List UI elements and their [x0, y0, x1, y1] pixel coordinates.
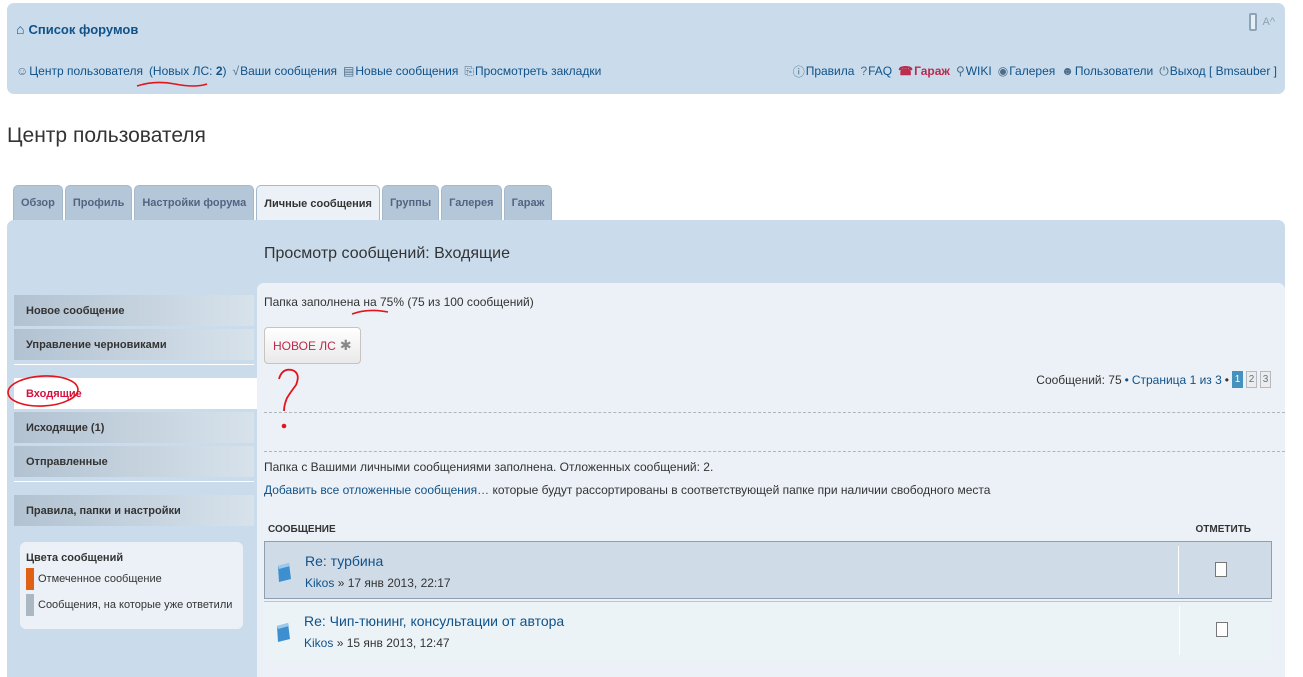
question-icon: ?: [860, 64, 868, 78]
pm-sidebar: Новое сообщение Управление черновиками В…: [14, 295, 264, 529]
legend-row-replied: Сообщения, на которые уже ответили: [26, 592, 237, 618]
message-meta: Kikos » 17 янв 2013, 22:17: [305, 576, 451, 590]
site-header: ⌂ Список форумов A^ ☺ Центр пользователя…: [7, 3, 1285, 94]
rules-link[interactable]: ⓘ Правила: [793, 63, 855, 80]
bookmarks-link[interactable]: ⎘ Просмотреть закладки: [464, 64, 601, 79]
car-icon: ☎: [898, 64, 914, 78]
sidebar-item-drafts[interactable]: Управление черновиками: [14, 329, 254, 360]
power-icon: ⏻: [1159, 63, 1169, 78]
logout-link[interactable]: ⏻ Выход [ Bmsauber ]: [1159, 64, 1277, 79]
legend-title: Цвета сообщений: [26, 552, 124, 564]
header-tools: A^: [1248, 13, 1276, 31]
ucp-link[interactable]: ☺ Центр пользователя: [16, 64, 143, 78]
pagination: Сообщений: 75 • Страница 1 из 3 • 1 2 3: [1036, 371, 1271, 388]
marked-swatch: [26, 568, 34, 590]
asterisk-icon: ✱: [339, 337, 352, 353]
tab-garage[interactable]: Гараж: [503, 185, 553, 220]
inbox-title: Просмотр сообщений: Входящие: [264, 245, 510, 262]
wiki-link[interactable]: ⚲ WIKI: [956, 64, 992, 78]
page-number-3[interactable]: 3: [1260, 371, 1271, 388]
mark-checkbox[interactable]: [1216, 622, 1228, 637]
garage-link[interactable]: ☎ Гараж: [898, 64, 950, 78]
gallery-link[interactable]: ◉ Галерея: [998, 64, 1056, 78]
font-size-toggle[interactable]: A^: [1263, 16, 1276, 28]
sidebar-item-inbox[interactable]: Входящие: [14, 378, 264, 409]
message-meta: Kikos » 15 янв 2013, 12:47: [304, 636, 450, 650]
sidebar-divider: [14, 481, 254, 495]
quota-percent: 75%: [379, 295, 405, 309]
col-message: Сообщение: [268, 523, 336, 535]
bullet-icon: •: [1224, 372, 1229, 387]
search-icon: ⚲: [955, 64, 965, 78]
page-title: Центр пользователя: [7, 124, 206, 147]
dashed-divider: [264, 451, 1285, 452]
forum-list-label: Список форумов: [28, 21, 139, 37]
sidebar-divider: [14, 364, 254, 378]
tab-profile[interactable]: Профиль: [64, 185, 133, 220]
inbox-content: Папка заполнена на 75% (75 из 100 сообще…: [257, 283, 1285, 677]
row-divider: [1179, 606, 1180, 655]
sidebar-item-outbox[interactable]: Исходящие (1): [14, 412, 254, 443]
ucp-panel: Новое сообщение Управление черновиками В…: [7, 220, 1285, 677]
row-divider: [1178, 546, 1179, 594]
message-read-icon: [277, 623, 290, 642]
dashed-divider: [264, 412, 1285, 413]
sidebar-item-sent[interactable]: Отправленные: [14, 446, 254, 477]
mobile-icon[interactable]: [1248, 13, 1257, 31]
folder-full-notice: Папка с Вашими личными сообщениями запол…: [264, 460, 714, 474]
page-of-link[interactable]: Страница 1 из 3: [1132, 373, 1222, 387]
new-pm-link[interactable]: (Новых ЛС: 2): [149, 64, 227, 78]
eye-icon: ◉: [997, 64, 1009, 78]
message-author[interactable]: Kikos: [304, 636, 333, 650]
faq-link[interactable]: ? FAQ: [860, 64, 892, 78]
your-posts-link[interactable]: √ Ваши сообщения: [233, 64, 338, 78]
tab-overview[interactable]: Обзор: [13, 185, 63, 220]
message-read-icon: [278, 563, 291, 582]
users-icon: ☻: [1061, 64, 1074, 78]
legend-row-marked: Отмеченное сообщение: [26, 566, 237, 592]
tab-board-prefs[interactable]: Настройки форума: [134, 185, 255, 220]
replied-swatch: [26, 594, 34, 616]
message-row[interactable]: Re: турбина Kikos » 17 янв 2013, 22:17: [264, 541, 1272, 599]
sidebar-item-rules[interactable]: Правила, папки и настройки: [14, 495, 254, 526]
held-messages-notice: Добавить все отложенные сообщения… котор…: [264, 483, 991, 497]
user-icon: ☺: [16, 64, 29, 78]
message-date: » 15 янв 2013, 12:47: [336, 636, 450, 650]
members-link[interactable]: ☻ Пользователи: [1061, 64, 1153, 78]
bookmark-icon: ⎘: [464, 63, 474, 78]
document-icon: ▤: [343, 64, 355, 78]
message-date: » 17 янв 2013, 22:17: [337, 576, 451, 590]
info-icon: ⓘ: [792, 64, 805, 79]
forum-list-link[interactable]: ⌂ Список форумов: [16, 21, 138, 37]
sidebar-item-compose[interactable]: Новое сообщение: [14, 295, 254, 326]
ucp-tabs: Обзор Профиль Настройки форума Личные со…: [13, 185, 553, 221]
navbar: ☺ Центр пользователя (Новых ЛС: 2) √ Ваш…: [16, 61, 1277, 81]
col-mark: Отметить: [1195, 523, 1251, 535]
new-posts-link[interactable]: ▤ Новые сообщения: [343, 64, 458, 78]
message-colors-legend: Цвета сообщений Отмеченное сообщение Соо…: [20, 542, 243, 629]
folder-quota: Папка заполнена на 75% (75 из 100 сообще…: [264, 295, 534, 309]
tab-groups[interactable]: Группы: [381, 185, 440, 220]
message-title[interactable]: Re: Чип-тюнинг, консультации от автора: [304, 613, 564, 629]
message-count: Сообщений: 75: [1036, 372, 1122, 387]
message-author[interactable]: Kikos: [305, 576, 334, 590]
message-title[interactable]: Re: турбина: [305, 553, 383, 569]
tab-gallery[interactable]: Галерея: [441, 185, 502, 220]
message-row[interactable]: Re: Чип-тюнинг, консультации от автора K…: [264, 601, 1272, 659]
bullet-icon: •: [1124, 372, 1129, 387]
new-pm-button[interactable]: НОВОЕ ЛС ✱: [264, 327, 361, 364]
message-list-header: Сообщение Отметить: [264, 518, 1271, 540]
mark-checkbox[interactable]: [1215, 562, 1227, 577]
check-icon: √: [232, 64, 240, 78]
home-icon: ⌂: [16, 21, 25, 37]
page-number-2[interactable]: 2: [1246, 371, 1257, 388]
add-held-messages-link[interactable]: Добавить все отложенные сообщения…: [264, 483, 489, 497]
tab-private-messages[interactable]: Личные сообщения: [256, 185, 380, 221]
page-number-1[interactable]: 1: [1232, 371, 1243, 388]
